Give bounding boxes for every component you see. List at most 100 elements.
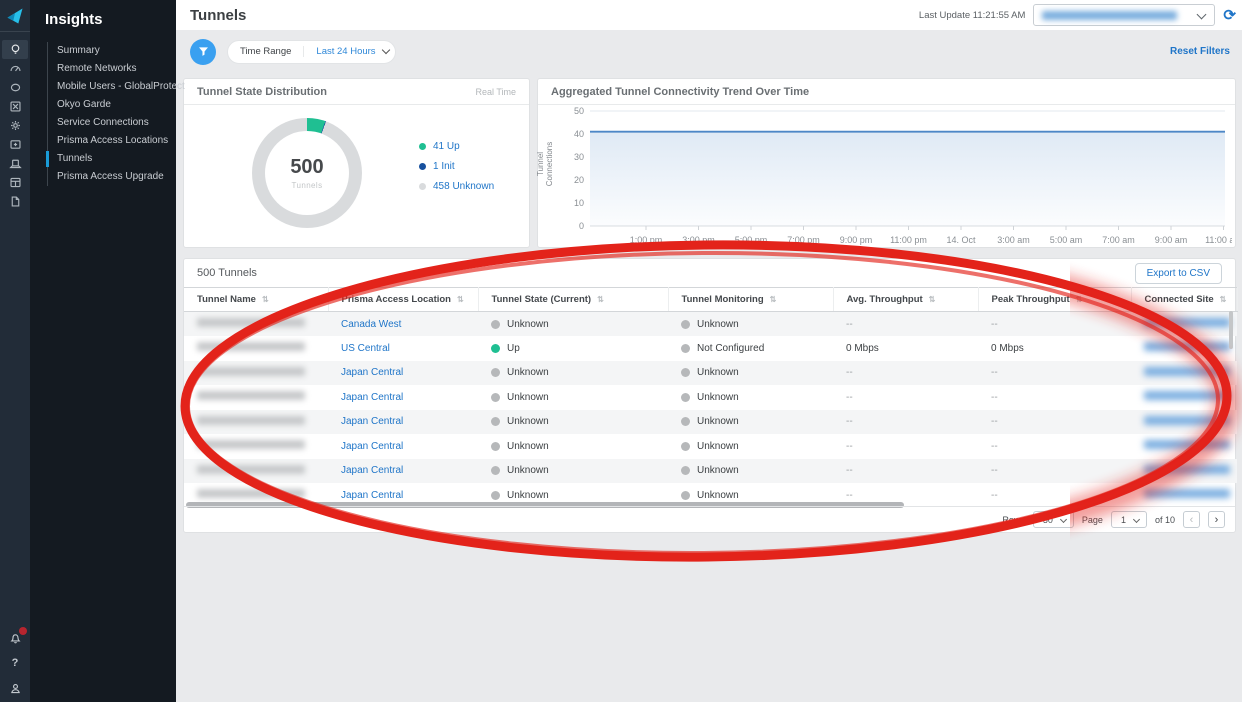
rail-printer-icon[interactable] — [2, 154, 28, 173]
sort-icon[interactable]: ⇅ — [457, 295, 464, 304]
column-header-peak-throughput[interactable]: Peak Throughput⇅ — [978, 288, 1131, 312]
rail-dashboard-gauge-icon[interactable] — [2, 59, 28, 78]
export-to-csv-button[interactable]: Export to CSV — [1135, 263, 1222, 284]
vertical-scrollbar-thumb[interactable] — [1229, 311, 1233, 349]
sort-icon[interactable]: ⇅ — [597, 295, 604, 304]
column-header-avg-throughput[interactable]: Avg. Throughput⇅ — [833, 288, 978, 312]
legend-item-up[interactable]: 41 Up — [419, 141, 494, 152]
page-select[interactable]: 1 — [1111, 511, 1147, 528]
svg-text:11:00 pm: 11:00 pm — [890, 235, 927, 245]
table-row[interactable]: Japan CentralUnknownUnknown---- — [184, 385, 1237, 410]
connected-site-link[interactable] — [1131, 361, 1237, 386]
location-link[interactable]: Japan Central — [328, 410, 478, 435]
rail-reports-file-icon[interactable] — [2, 192, 28, 211]
sort-icon[interactable]: ⇅ — [1076, 295, 1083, 304]
rail-settings-gear-icon[interactable] — [2, 116, 28, 135]
refresh-icon[interactable]: ⟳ — [1223, 8, 1236, 23]
redacted-tunnel-name — [197, 416, 305, 425]
real-time-badge: Real Time — [475, 87, 516, 97]
rail-notifications-bell-icon[interactable] — [5, 630, 25, 646]
location-link[interactable]: US Central — [328, 336, 478, 361]
monitoring-dot — [681, 320, 690, 329]
connected-site-link[interactable] — [1131, 385, 1237, 410]
tunnel-name-cell — [184, 410, 328, 435]
filter-button[interactable] — [190, 39, 216, 65]
avg-throughput-cell: 0 Mbps — [833, 336, 978, 361]
location-link[interactable]: Canada West — [328, 312, 478, 337]
table-pagination: Rows 50 Page 1 of 10 ‹ › — [184, 506, 1235, 532]
svg-text:1:00 pm: 1:00 pm — [630, 235, 663, 245]
vertical-scrollbar[interactable] — [1229, 311, 1234, 501]
svg-text:14. Oct: 14. Oct — [946, 235, 976, 245]
tunnels-table-card: 500 Tunnels Export to CSV Tunnel Name⇅Pr… — [183, 258, 1236, 533]
table-row[interactable]: Japan CentralUnknownUnknown---- — [184, 459, 1237, 484]
svg-text:0: 0 — [579, 221, 584, 231]
rail-insights-lightbulb-icon[interactable] — [2, 40, 28, 59]
connectivity-trend-line-chart[interactable]: 010203040501:00 pm3:00 pm5:00 pm7:00 pm9… — [546, 103, 1232, 249]
next-page-button[interactable]: › — [1208, 511, 1225, 528]
table-row[interactable]: Japan CentralUnknownUnknown---- — [184, 434, 1237, 459]
donut-legend: 41 Up 1 Init 458 Unknown — [419, 141, 494, 192]
rail-apps-grid-icon[interactable] — [2, 97, 28, 116]
sidebar-item-summary[interactable]: Summary — [48, 42, 176, 60]
previous-page-button[interactable]: ‹ — [1183, 511, 1200, 528]
connected-site-link[interactable] — [1131, 459, 1237, 484]
card-title: Tunnel State Distribution — [197, 86, 327, 98]
peak-throughput-cell: -- — [978, 385, 1131, 410]
monitoring-dot — [681, 466, 690, 475]
table-row[interactable]: US CentralUpNot Configured0 Mbps0 Mbps — [184, 336, 1237, 361]
sidebar-item-prisma-access-upgrade[interactable]: Prisma Access Upgrade — [48, 168, 176, 186]
app-logo[interactable] — [0, 0, 30, 32]
column-header-prisma-access-location[interactable]: Prisma Access Location⇅ — [328, 288, 478, 312]
connected-site-link[interactable] — [1131, 336, 1237, 361]
location-link[interactable]: Japan Central — [328, 459, 478, 484]
reset-filters-link[interactable]: Reset Filters — [1170, 46, 1230, 57]
column-header-connected-site[interactable]: Connected Site⇅ — [1131, 288, 1237, 312]
connected-site-link[interactable] — [1131, 312, 1237, 337]
tunnel-name-cell — [184, 434, 328, 459]
column-header-tunnel-name[interactable]: Tunnel Name⇅ — [184, 288, 328, 312]
sidebar-item-mobile-users-globalprotect[interactable]: Mobile Users - GlobalProtect — [48, 78, 176, 96]
sidebar-item-prisma-access-locations[interactable]: Prisma Access Locations — [48, 132, 176, 150]
rail-layout-panels-icon[interactable] — [2, 173, 28, 192]
last-update-text: Last Update 11:21:55 AM — [919, 10, 1026, 21]
sort-icon[interactable]: ⇅ — [262, 295, 269, 304]
sidebar-item-okyo-garde[interactable]: Okyo Garde — [48, 96, 176, 114]
legend-dot — [419, 143, 426, 150]
table-row[interactable]: Canada WestUnknownUnknown---- — [184, 312, 1237, 337]
connected-site-link[interactable] — [1131, 410, 1237, 435]
location-link[interactable]: Japan Central — [328, 361, 478, 386]
time-range-value: Last 24 Hours — [316, 46, 375, 57]
column-header-tunnel-state-current-[interactable]: Tunnel State (Current)⇅ — [478, 288, 668, 312]
rail-help-question-icon[interactable]: ? — [5, 655, 25, 671]
rail-monitor-ring-icon[interactable] — [2, 78, 28, 97]
icon-rail: ? — [0, 0, 30, 702]
location-link[interactable]: Japan Central — [328, 434, 478, 459]
sort-icon[interactable]: ⇅ — [1220, 295, 1227, 304]
sidebar-item-service-connections[interactable]: Service Connections — [48, 114, 176, 132]
tunnel-state-donut-chart[interactable]: 500 Tunnels — [252, 118, 362, 228]
sidebar-item-remote-networks[interactable]: Remote Networks — [48, 60, 176, 78]
page-header: Tunnels Last Update 11:21:55 AM ⟳ — [176, 0, 1242, 30]
table-row[interactable]: Japan CentralUnknownUnknown---- — [184, 361, 1237, 386]
legend-item-init[interactable]: 1 Init — [419, 161, 494, 172]
location-link[interactable]: Japan Central — [328, 385, 478, 410]
table-header-row: Tunnel Name⇅Prisma Access Location⇅Tunne… — [184, 288, 1237, 312]
legend-item-unknown[interactable]: 458 Unknown — [419, 181, 494, 192]
sort-icon[interactable]: ⇅ — [929, 295, 936, 304]
sort-icon[interactable]: ⇅ — [770, 295, 777, 304]
svg-text:40: 40 — [574, 129, 584, 139]
svg-text:9:00 am: 9:00 am — [1155, 235, 1188, 245]
sidebar-item-tunnels[interactable]: Tunnels — [48, 150, 176, 168]
redacted-site-name — [1144, 465, 1230, 474]
rail-add-widget-icon[interactable] — [2, 135, 28, 154]
table-row[interactable]: Japan CentralUnknownUnknown---- — [184, 410, 1237, 435]
tenant-dropdown[interactable] — [1033, 4, 1215, 26]
chevron-down-icon — [1133, 516, 1140, 523]
connected-site-link[interactable] — [1131, 434, 1237, 459]
tunnel-state-cell: Unknown — [478, 361, 668, 386]
rail-user-profile-icon[interactable] — [5, 680, 25, 696]
time-range-filter[interactable]: Time Range Last 24 Hours — [227, 40, 396, 64]
column-header-tunnel-monitoring[interactable]: Tunnel Monitoring⇅ — [668, 288, 833, 312]
rows-per-page-select[interactable]: 50 — [1033, 511, 1074, 528]
